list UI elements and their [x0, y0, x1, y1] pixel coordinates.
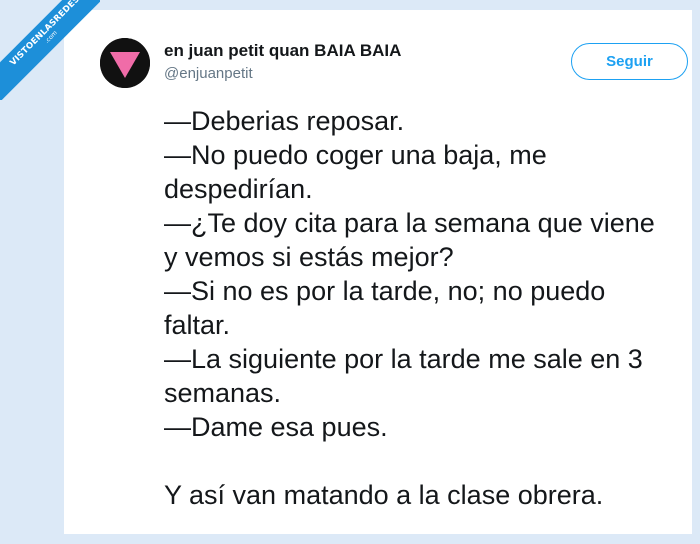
pink-triangle-icon: [100, 38, 150, 88]
tweet-text-line: faltar.: [164, 310, 231, 340]
tweet-text-line: y vemos si estás mejor?: [164, 242, 454, 272]
tweet-text-line: —Deberias reposar.: [164, 106, 405, 136]
follow-button[interactable]: Seguir: [571, 43, 688, 80]
tweet-closing-line: Y así van matando a la clase obrera.: [164, 480, 604, 510]
tweet-text-line: —¿Te doy cita para la semana que viene: [164, 208, 655, 238]
user-handle[interactable]: @enjuanpetit: [164, 65, 253, 82]
avatar[interactable]: [100, 38, 150, 88]
tweet-text-line: —La siguiente por la tarde me sale en 3: [164, 344, 643, 374]
tweet-text-line: —No puedo coger una baja, me: [164, 140, 547, 170]
display-name[interactable]: en juan petit quan BAIA BAIA: [164, 41, 401, 61]
tweet-text-line: —Dame esa pues.: [164, 412, 388, 442]
tweet-text: —Deberias reposar. —No puedo coger una b…: [164, 104, 700, 512]
tweet-card: en juan petit quan BAIA BAIA @enjuanpeti…: [64, 10, 692, 534]
tweet-text-line: semanas.: [164, 378, 282, 408]
tweet-text-line: —Si no es por la tarde, no; no puedo: [164, 276, 606, 306]
watermark-subtext: .com: [43, 29, 59, 45]
tweet-text-line: despedirían.: [164, 174, 313, 204]
